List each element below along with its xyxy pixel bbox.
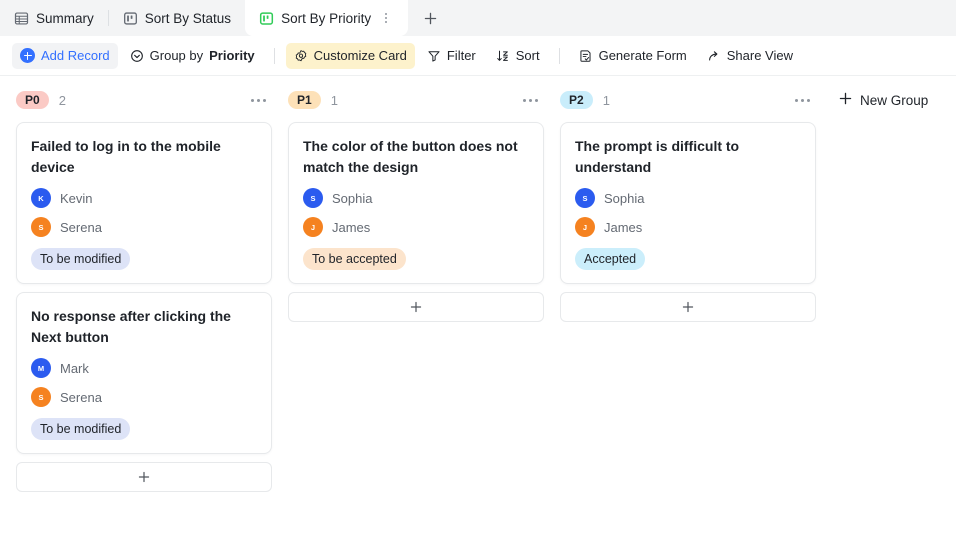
column-more-icon[interactable] xyxy=(791,95,814,106)
person-name: James xyxy=(604,220,642,235)
share-icon xyxy=(707,49,721,63)
view-toolbar: Add Record Group by Priority Customize C… xyxy=(0,36,956,76)
group-badge: P1 xyxy=(288,91,321,109)
add-record-button[interactable]: Add Record xyxy=(12,43,118,69)
kanban-icon-green xyxy=(259,11,274,26)
card-person: S Sophia xyxy=(303,188,529,208)
board-column: P1 1 The color of the button does not matc… xyxy=(288,86,544,322)
person-name: Serena xyxy=(60,390,102,405)
record-card[interactable]: Failed to log in to the mobile device K Ke… xyxy=(16,122,272,284)
card-title: The prompt is difficult to understand xyxy=(575,136,801,178)
card-person: J James xyxy=(575,217,801,237)
card-person: K Kevin xyxy=(31,188,257,208)
record-card[interactable]: The prompt is difficult to understand S So… xyxy=(560,122,816,284)
column-more-icon[interactable] xyxy=(247,95,270,106)
avatar: J xyxy=(303,217,323,237)
record-card[interactable]: No response after clicking the Next butt… xyxy=(16,292,272,454)
card-person: S Serena xyxy=(31,217,257,237)
gear-icon xyxy=(294,49,308,63)
add-tab-button[interactable] xyxy=(408,0,452,36)
status-badge: To be modified xyxy=(31,418,130,440)
toolbar-divider-1 xyxy=(274,48,275,64)
group-count: 1 xyxy=(331,93,338,108)
kanban-icon xyxy=(123,11,138,26)
status-badge: Accepted xyxy=(575,248,645,270)
customize-card-button[interactable]: Customize Card xyxy=(286,43,415,69)
avatar: S xyxy=(303,188,323,208)
filter-label: Filter xyxy=(447,48,476,63)
avatar: S xyxy=(31,217,51,237)
add-card-button[interactable] xyxy=(16,462,272,492)
card-person: J James xyxy=(303,217,529,237)
avatar: S xyxy=(31,387,51,407)
card-person: M Mark xyxy=(31,358,257,378)
plus-circle-icon xyxy=(20,48,35,63)
generate-form-button[interactable]: Generate Form xyxy=(571,43,695,69)
card-person: S Serena xyxy=(31,387,257,407)
kanban-board: P0 2 Failed to log in to the mobile device… xyxy=(0,76,956,537)
add-card-button[interactable] xyxy=(560,292,816,322)
form-icon xyxy=(579,49,593,63)
column-more-icon[interactable] xyxy=(519,95,542,106)
tab-sort-by-priority-label: Sort By Priority xyxy=(281,11,371,26)
column-header: P2 1 xyxy=(560,86,816,114)
group-by-field: Priority xyxy=(209,48,255,63)
customize-card-label: Customize Card xyxy=(314,48,407,63)
avatar: S xyxy=(575,188,595,208)
person-name: James xyxy=(332,220,370,235)
filter-button[interactable]: Filter xyxy=(419,43,484,69)
status-badge: To be modified xyxy=(31,248,130,270)
group-badge: P0 xyxy=(16,91,49,109)
tab-sort-by-status[interactable]: Sort By Status xyxy=(109,0,245,36)
board-column: P0 2 Failed to log in to the mobile device… xyxy=(16,86,272,492)
tab-sort-by-priority[interactable]: Sort By Priority xyxy=(245,0,408,36)
new-group-label: New Group xyxy=(860,93,928,108)
record-card[interactable]: The color of the button does not match t… xyxy=(288,122,544,284)
column-header: P0 2 xyxy=(16,86,272,114)
person-name: Kevin xyxy=(60,191,93,206)
card-title: No response after clicking the Next butt… xyxy=(31,306,257,348)
sort-label: Sort xyxy=(516,48,540,63)
sort-button[interactable]: Sort xyxy=(488,43,548,69)
avatar: K xyxy=(31,188,51,208)
new-group-button[interactable]: New Group xyxy=(838,91,928,109)
person-name: Serena xyxy=(60,220,102,235)
sort-icon xyxy=(496,49,510,63)
group-count: 2 xyxy=(59,93,66,108)
toolbar-divider-2 xyxy=(559,48,560,64)
group-by-label: Group by xyxy=(150,48,203,63)
tab-summary-label: Summary xyxy=(36,11,94,26)
table-icon xyxy=(14,11,29,26)
avatar: J xyxy=(575,217,595,237)
tab-sort-by-status-label: Sort By Status xyxy=(145,11,231,26)
plus-icon xyxy=(838,91,853,109)
generate-form-label: Generate Form xyxy=(599,48,687,63)
group-by-button[interactable]: Group by Priority xyxy=(122,43,263,69)
group-badge: P2 xyxy=(560,91,593,109)
tab-summary[interactable]: Summary xyxy=(0,0,108,36)
board-column: P2 1 The prompt is difficult to understand… xyxy=(560,86,816,322)
avatar: M xyxy=(31,358,51,378)
group-icon xyxy=(130,49,144,63)
status-badge: To be accepted xyxy=(303,248,406,270)
view-tab-bar: Summary Sort By Status Sort By Priority xyxy=(0,0,956,36)
column-header: P1 1 xyxy=(288,86,544,114)
group-count: 1 xyxy=(603,93,610,108)
add-record-label: Add Record xyxy=(41,48,110,63)
card-title: Failed to log in to the mobile device xyxy=(31,136,257,178)
person-name: Sophia xyxy=(604,191,644,206)
person-name: Sophia xyxy=(332,191,372,206)
card-person: S Sophia xyxy=(575,188,801,208)
person-name: Mark xyxy=(60,361,89,376)
share-view-button[interactable]: Share View xyxy=(699,43,801,69)
filter-icon xyxy=(427,49,441,63)
card-title: The color of the button does not match t… xyxy=(303,136,529,178)
share-view-label: Share View xyxy=(727,48,793,63)
add-card-button[interactable] xyxy=(288,292,544,322)
tab-more-icon[interactable] xyxy=(378,13,394,23)
